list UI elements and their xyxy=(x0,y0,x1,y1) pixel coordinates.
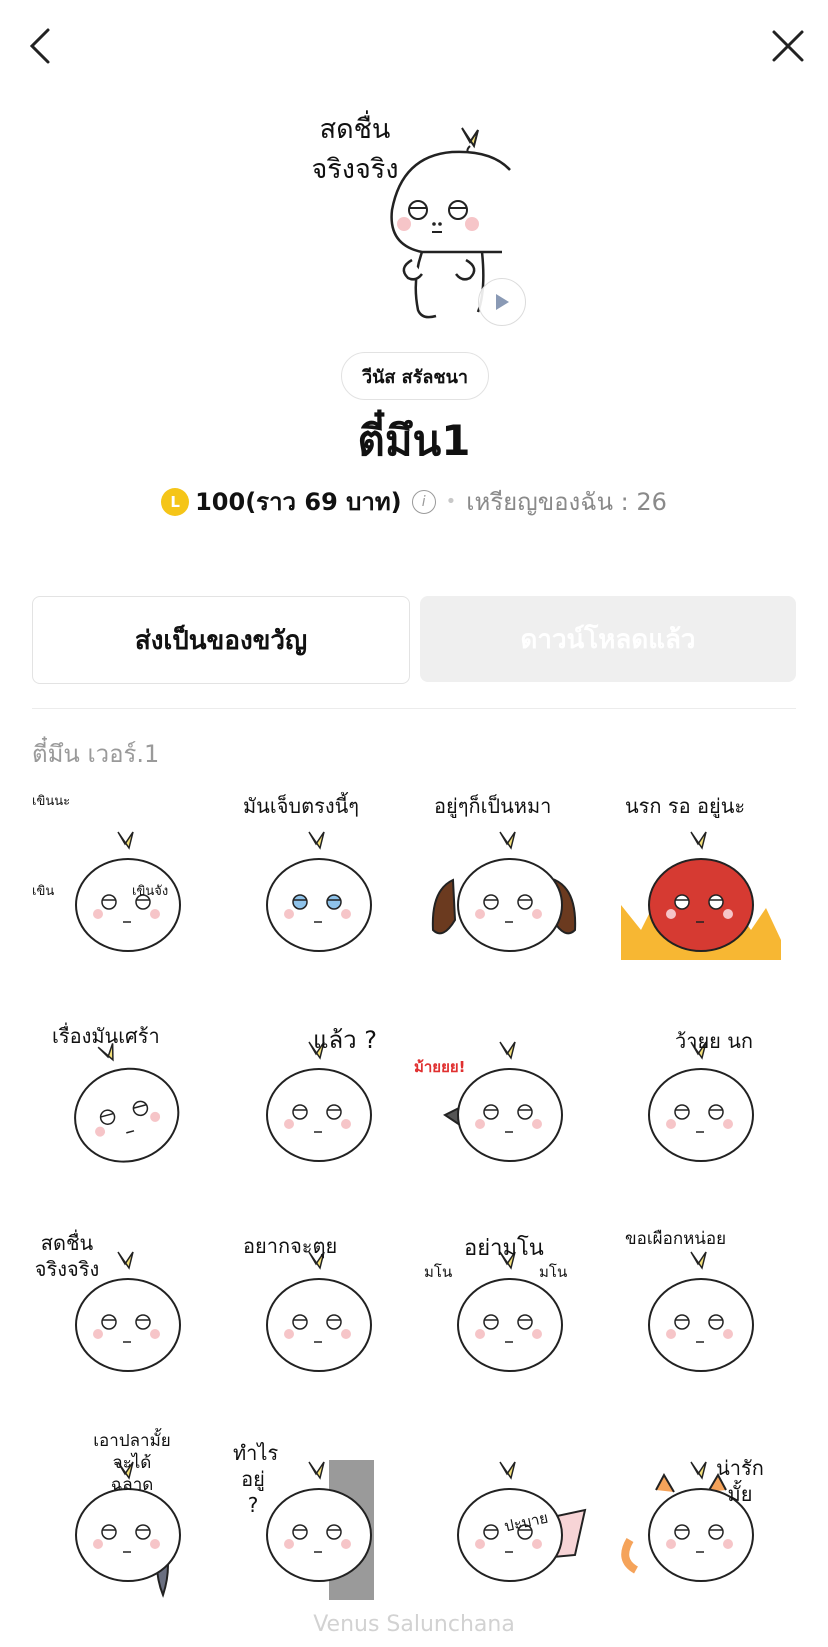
sticker-caption: แล้ว ? xyxy=(313,1026,378,1054)
price-row: L 100(ราว 69 บาท) i • เหรียญของฉัน : 26 xyxy=(0,482,828,521)
divider xyxy=(32,708,796,709)
close-button[interactable] xyxy=(758,16,818,76)
sticker-item[interactable]: อยู่ๆก็เป็นหมา xyxy=(414,790,605,1000)
sticker-item[interactable]: ขอเผือกหน่อย xyxy=(605,1210,796,1420)
sticker-item[interactable]: ปะบาย xyxy=(414,1420,605,1630)
sticker-caption: อยู่ๆก็เป็นหมา xyxy=(434,794,552,818)
my-coins-balance: เหรียญของฉัน : 26 xyxy=(466,488,667,516)
sticker-character-image xyxy=(442,1041,563,1162)
sticker-caption: มันเจ็บตรงนี้ๆ xyxy=(243,794,360,818)
sticker-item[interactable]: นรก รอ อยู่นะ xyxy=(605,790,796,1000)
sticker-character-image xyxy=(74,831,181,952)
section-title: ตี๋มึน เวอร์.1 xyxy=(32,740,160,768)
sticker-caption: ว้ายย นก xyxy=(675,1029,754,1053)
sticker-caption: น่ารัก มั้ย xyxy=(716,1456,764,1506)
sticker-item[interactable]: เอาปลามั้ย จะได้ ฉลาด xyxy=(32,1420,223,1630)
sticker-item[interactable]: แล้ว ? xyxy=(223,1000,414,1210)
sticker-caption: ทำไร อยู่ ? xyxy=(233,1441,279,1517)
sticker-caption: อยากจะตุย xyxy=(243,1234,338,1258)
sticker-caption: อย่ามโน xyxy=(464,1236,544,1261)
sticker-item[interactable]: อย่ามโนมโน มโน xyxy=(414,1210,605,1420)
play-animation-button[interactable] xyxy=(478,278,526,326)
sticker-item[interactable]: ทำไร อยู่ ? xyxy=(223,1420,414,1630)
sticker-grid: เขินนะ เขิน เขินจัง มันเจ็บตรงนี้ๆ อยู่ๆ… xyxy=(32,790,796,1630)
downloaded-button[interactable]: ดาวน์โหลดแล้ว xyxy=(420,596,796,682)
info-icon[interactable]: i xyxy=(411,489,436,514)
sticker-caption-extra: มโน xyxy=(539,1263,568,1281)
back-button[interactable] xyxy=(10,16,70,76)
play-icon xyxy=(496,294,509,310)
sticker-item[interactable]: ว้ายย นก xyxy=(605,1000,796,1210)
coin-icon: L xyxy=(161,487,190,516)
sticker-item[interactable]: เรื่องมันเศร้า xyxy=(32,1000,223,1210)
separator-dot: • xyxy=(445,491,457,512)
sticker-caption-extra: เขิน xyxy=(32,884,55,899)
sticker-item[interactable]: มันเจ็บตรงนี้ๆ xyxy=(223,790,414,1000)
sticker-item[interactable]: ม้ายยย! xyxy=(414,1000,605,1210)
price-amount: 100(ราว 69 บาท) xyxy=(195,488,402,516)
sticker-caption: ม้ายยย! xyxy=(414,1058,466,1076)
sticker-character-image xyxy=(265,831,372,952)
sticker-character-image xyxy=(620,831,781,960)
sticker-pack-title: ตี๋มึน1 xyxy=(357,416,471,465)
sticker-caption: ขอเผือกหน่อย xyxy=(625,1229,727,1249)
sticker-character-image xyxy=(431,831,576,952)
hero-sticker[interactable]: สดชื่น จริงจริง xyxy=(300,110,540,340)
sticker-caption: เอาปลามั้ย จะได้ ฉลาด xyxy=(93,1431,171,1496)
sticker-item[interactable]: อยากจะตุย xyxy=(223,1210,414,1420)
sticker-item[interactable]: เขินนะเขิน เขินจัง xyxy=(32,790,223,1000)
sticker-character-image xyxy=(647,1251,754,1372)
close-icon xyxy=(772,30,804,62)
sticker-item[interactable]: น่ารัก มั้ย xyxy=(605,1420,796,1630)
sticker-caption: สดชื่น จริงจริง xyxy=(34,1231,100,1281)
author-link[interactable]: วีนัส สรัลชนา xyxy=(341,352,489,400)
sticker-caption: เรื่องมันเศร้า xyxy=(52,1024,160,1048)
sticker-caption: นรก รอ อยู่นะ xyxy=(625,794,746,818)
footer-copyright: Venus Salunchana xyxy=(313,1612,515,1637)
sticker-caption-extra: เขินจัง xyxy=(132,884,169,899)
sticker-caption: เขินนะ xyxy=(32,794,71,809)
sticker-item[interactable]: สดชื่น จริงจริง xyxy=(32,1210,223,1420)
send-as-gift-button[interactable]: ส่งเป็นของขวัญ xyxy=(32,596,410,684)
sticker-caption-extra: มโน xyxy=(424,1263,453,1281)
chevron-left-icon xyxy=(29,28,50,64)
